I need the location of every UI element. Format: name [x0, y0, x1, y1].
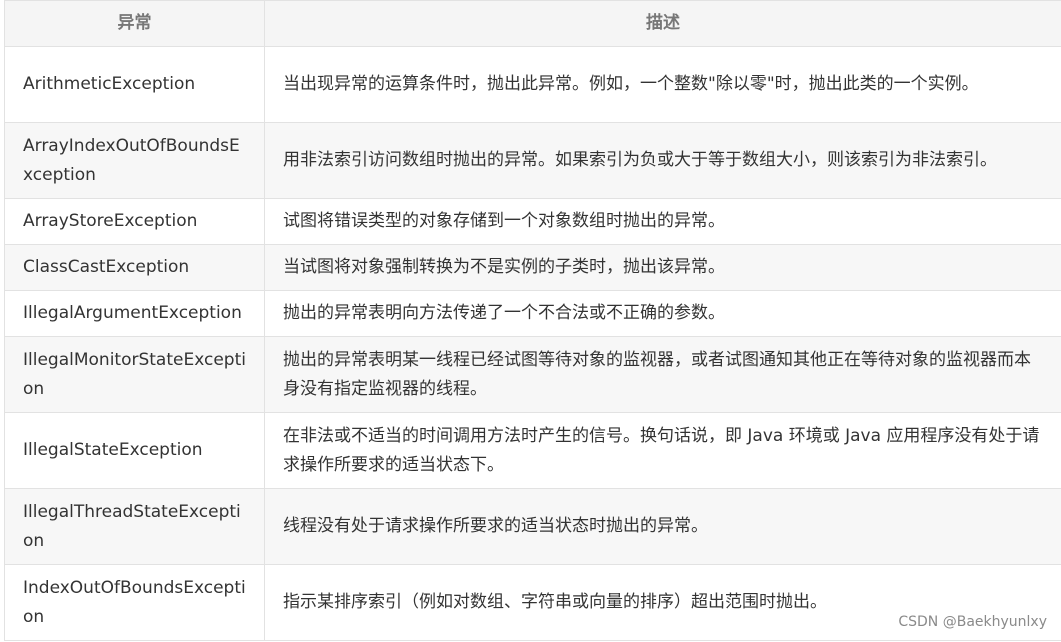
table-row: IllegalThreadStateException 线程没有处于请求操作所要… — [4, 488, 1061, 565]
exception-name: ClassCastException — [4, 244, 265, 291]
exception-name: ArrayIndexOutOfBoundsException — [4, 122, 265, 199]
exception-name: IllegalThreadStateException — [4, 488, 265, 565]
exception-name: IllegalArgumentException — [4, 290, 265, 337]
table-row: ArithmeticException 当出现异常的运算条件时，抛出此异常。例如… — [4, 46, 1061, 123]
exception-description: 抛出的异常表明某一线程已经试图等待对象的监视器，或者试图通知其他正在等待对象的监… — [264, 336, 1061, 413]
exception-description: 线程没有处于请求操作所要求的适当状态时抛出的异常。 — [264, 488, 1061, 565]
exception-description: 用非法索引访问数组时抛出的异常。如果索引为负或大于等于数组大小，则该索引为非法索… — [264, 122, 1061, 199]
header-exception: 异常 — [4, 0, 265, 47]
exception-name: ArrayStoreException — [4, 198, 265, 245]
exception-description: 在非法或不适当的时间调用方法时产生的信号。换句话说，即 Java 环境或 Jav… — [264, 412, 1061, 489]
table-row: ArrayIndexOutOfBoundsException 用非法索引访问数组… — [4, 122, 1061, 199]
table-row: ClassCastException 当试图将对象强制转换为不是实例的子类时，抛… — [4, 244, 1061, 291]
exception-description: 当试图将对象强制转换为不是实例的子类时，抛出该异常。 — [264, 244, 1061, 291]
watermark: CSDN @Baekhyunlxy — [898, 614, 1047, 630]
table-row: IllegalStateException 在非法或不适当的时间调用方法时产生的… — [4, 412, 1061, 489]
exception-table: 异常 描述 ArithmeticException 当出现异常的运算条件时，抛出… — [4, 0, 1061, 641]
table-row: IllegalArgumentException 抛出的异常表明向方法传递了一个… — [4, 290, 1061, 337]
exception-name: IndexOutOfBoundsException — [4, 564, 265, 641]
exception-name: ArithmeticException — [4, 46, 265, 123]
header-description: 描述 — [264, 0, 1061, 47]
table-row: ArrayStoreException 试图将错误类型的对象存储到一个对象数组时… — [4, 198, 1061, 245]
exception-description: 当出现异常的运算条件时，抛出此异常。例如，一个整数"除以零"时，抛出此类的一个实… — [264, 46, 1061, 123]
table-row: IllegalMonitorStateException 抛出的异常表明某一线程… — [4, 336, 1061, 413]
exception-description: 试图将错误类型的对象存储到一个对象数组时抛出的异常。 — [264, 198, 1061, 245]
exception-description: 抛出的异常表明向方法传递了一个不合法或不正确的参数。 — [264, 290, 1061, 337]
header-row: 异常 描述 — [4, 0, 1061, 47]
exception-name: IllegalStateException — [4, 412, 265, 489]
exception-name: IllegalMonitorStateException — [4, 336, 265, 413]
